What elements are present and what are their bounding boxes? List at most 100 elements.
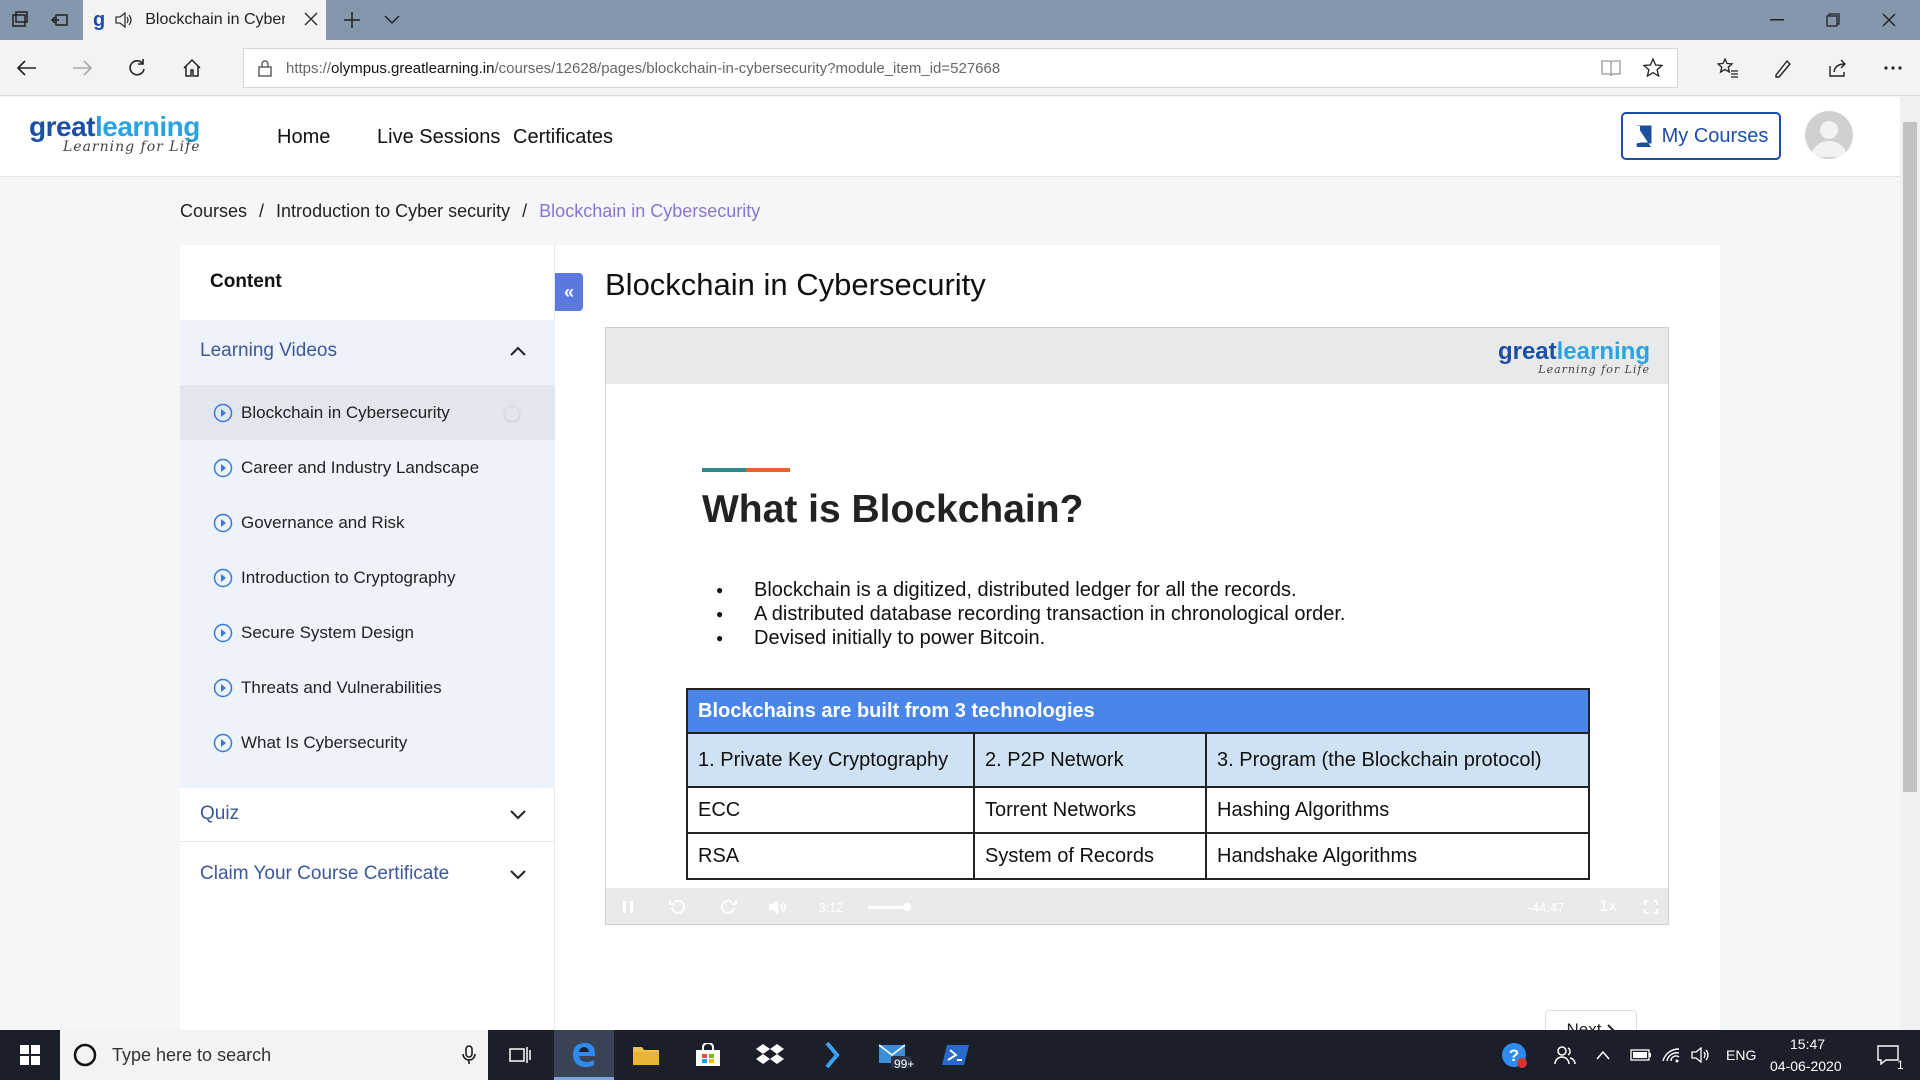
rewind-icon[interactable]: [666, 888, 690, 924]
table-cell: 2. P2P Network: [973, 732, 1207, 788]
edge-browser-icon[interactable]: [554, 1030, 614, 1080]
pause-icon[interactable]: [618, 888, 638, 924]
logo-main-text: great: [29, 111, 95, 142]
chevron-down-icon[interactable]: [510, 870, 526, 880]
new-tab-icon[interactable]: [332, 0, 372, 40]
taskbar-search[interactable]: Type here to search: [60, 1030, 488, 1080]
battery-icon[interactable]: [1626, 1030, 1656, 1080]
file-explorer-icon[interactable]: [616, 1030, 676, 1080]
refresh-icon[interactable]: [112, 40, 162, 96]
windows-start-icon[interactable]: [0, 1030, 60, 1080]
next-button[interactable]: Next: [1545, 1010, 1637, 1030]
notifications-icon[interactable]: 1: [1862, 1030, 1914, 1080]
play-circle-icon: [213, 403, 233, 423]
slide-header-band: greatlearning Learning for Life: [606, 328, 1668, 384]
nav-certificates[interactable]: Certificates: [513, 126, 613, 149]
quiz-toggle[interactable]: Quiz: [200, 803, 239, 825]
minimize-icon[interactable]: [1749, 0, 1805, 40]
lesson-item[interactable]: What Is Cybersecurity: [180, 715, 555, 770]
clock-date[interactable]: 04-06-2020: [1770, 1058, 1842, 1074]
slide-table: Blockchains are built from 3 technologie…: [686, 688, 1590, 880]
task-view-icon[interactable]: [490, 1030, 550, 1080]
book-icon: [1634, 125, 1654, 147]
fullscreen-icon[interactable]: [1641, 888, 1661, 924]
greatlearning-logo[interactable]: greatlearning Learning for Life: [29, 111, 201, 155]
url-text[interactable]: https://olympus.greatlearning.in/courses…: [286, 60, 1000, 77]
lesson-item[interactable]: Threats and Vulnerabilities: [180, 660, 555, 715]
input-language[interactable]: ENG: [1726, 1047, 1756, 1063]
slide-logo-main: great: [1497, 338, 1557, 365]
address-bar[interactable]: https://olympus.greatlearning.in/courses…: [243, 48, 1678, 88]
play-circle-icon: [213, 733, 233, 753]
favorites-list-icon[interactable]: [1703, 40, 1753, 96]
browser-tab[interactable]: g Blockchain in Cyber: [83, 0, 326, 40]
slide-title: What is Blockchain?: [702, 488, 1084, 531]
microphone-icon[interactable]: [462, 1045, 476, 1065]
help-icon[interactable]: ?: [1484, 1030, 1544, 1080]
speaker-icon[interactable]: [115, 12, 133, 28]
lesson-title: Governance and Risk: [241, 512, 405, 532]
powershell-icon[interactable]: [926, 1030, 986, 1080]
chevron-down-icon[interactable]: [510, 810, 526, 820]
progress-bar[interactable]: [868, 906, 908, 909]
people-icon[interactable]: [1540, 1030, 1590, 1080]
lesson-item[interactable]: Secure System Design: [180, 605, 555, 660]
play-circle-icon: [213, 623, 233, 643]
breadcrumb-courses[interactable]: Courses: [180, 201, 247, 222]
lesson-item[interactable]: Career and Industry Landscape: [180, 440, 555, 495]
tab-actions-icon[interactable]: [0, 0, 40, 40]
close-window-icon[interactable]: [1861, 0, 1917, 40]
wifi-icon[interactable]: [1656, 1030, 1686, 1080]
mail-icon[interactable]: 99+: [864, 1030, 924, 1080]
scrollbar-thumb[interactable]: [1903, 122, 1917, 792]
tab-list-chevron-icon[interactable]: [372, 0, 412, 40]
visual-studio-code-icon[interactable]: [802, 1030, 862, 1080]
favorite-star-icon[interactable]: [1643, 58, 1663, 78]
nav-home[interactable]: Home: [277, 126, 330, 149]
video-player[interactable]: greatlearning Learning for Life What is …: [605, 327, 1669, 925]
progress-knob[interactable]: [903, 903, 911, 911]
claim-certificate-toggle[interactable]: Claim Your Course Certificate: [200, 863, 449, 885]
cortana-circle-icon: [72, 1042, 98, 1068]
lesson-item[interactable]: Introduction to Cryptography: [180, 550, 555, 605]
reading-view-icon[interactable]: [1601, 59, 1621, 77]
table-cell: System of Records: [973, 832, 1207, 880]
dropbox-icon[interactable]: [740, 1030, 800, 1080]
table-cell: ECC: [686, 786, 975, 834]
play-circle-icon: [213, 513, 233, 533]
lesson-title: Threats and Vulnerabilities: [241, 677, 442, 697]
lesson-item[interactable]: Governance and Risk: [180, 495, 555, 550]
table-cell: Torrent Networks: [973, 786, 1207, 834]
learning-videos-section: Learning Videos Blockchain in Cybersecur…: [180, 320, 555, 788]
volume-icon[interactable]: [766, 888, 790, 924]
share-icon[interactable]: [1813, 40, 1863, 96]
remaining-time: -44:47: [1527, 899, 1565, 915]
breadcrumb-course[interactable]: Introduction to Cyber security: [276, 201, 510, 222]
forward-skip-icon[interactable]: [716, 888, 740, 924]
playback-speed[interactable]: 1x: [1593, 888, 1623, 924]
avatar[interactable]: [1805, 111, 1853, 159]
restore-icon[interactable]: [1805, 0, 1861, 40]
collapse-sidebar-button[interactable]: «: [555, 273, 583, 311]
close-tab-icon[interactable]: [304, 12, 318, 26]
store-icon[interactable]: [678, 1030, 738, 1080]
my-courses-label: My Courses: [1661, 124, 1769, 147]
learning-videos-toggle[interactable]: Learning Videos: [200, 340, 337, 362]
nav-live-sessions[interactable]: Live Sessions: [377, 126, 500, 149]
lesson-title: Introduction to Cryptography: [241, 567, 456, 587]
pen-icon[interactable]: [1758, 40, 1808, 96]
table-row: 1. Private Key Cryptography 2. P2P Netwo…: [686, 732, 1590, 788]
lesson-item[interactable]: Blockchain in Cybersecurity: [180, 385, 555, 440]
chevron-up-icon[interactable]: [510, 346, 526, 356]
volume-tray-icon[interactable]: [1686, 1030, 1716, 1080]
site-header: greatlearning Learning for Life Home Liv…: [0, 97, 1900, 177]
my-courses-button[interactable]: My Courses: [1621, 112, 1781, 160]
forward-icon[interactable]: [57, 40, 107, 96]
show-hidden-icons-icon[interactable]: [1588, 1030, 1618, 1080]
logo-tagline: Learning for Life: [63, 139, 201, 155]
home-icon[interactable]: [167, 40, 217, 96]
set-tabs-aside-icon[interactable]: [40, 0, 80, 40]
more-options-icon[interactable]: [1868, 40, 1918, 96]
clock-time[interactable]: 15:47: [1790, 1036, 1825, 1052]
back-icon[interactable]: [2, 40, 52, 96]
